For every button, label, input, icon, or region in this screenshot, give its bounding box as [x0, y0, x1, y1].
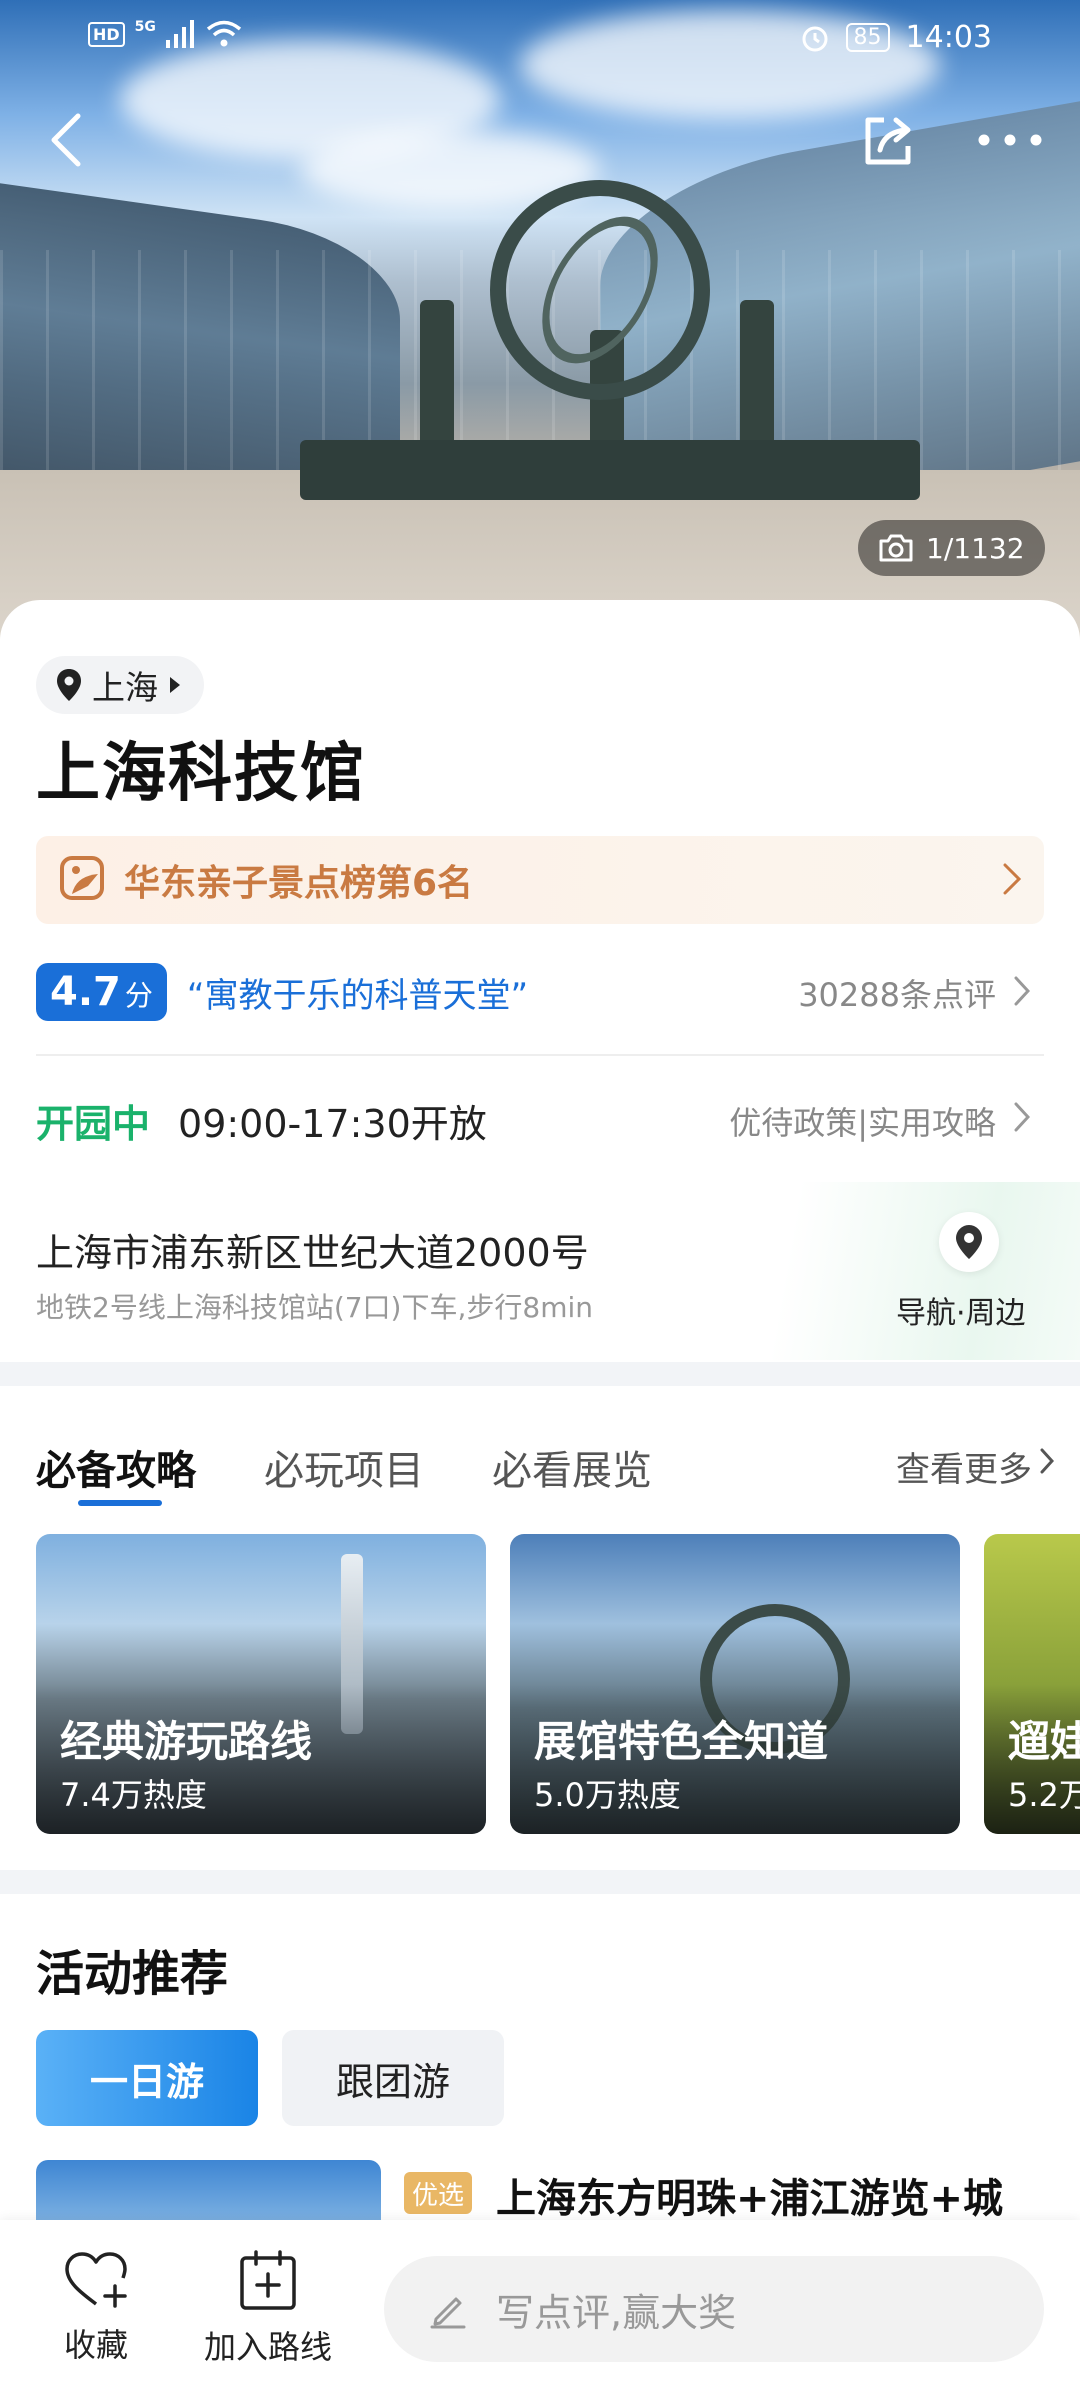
add-route-label: 加入路线	[203, 2328, 332, 2366]
more-dots-icon	[978, 134, 1042, 146]
add-route-button[interactable]: 加入路线	[198, 2250, 338, 2368]
navigation-label[interactable]: 导航·周边	[896, 1288, 1026, 1332]
favorite-label: 收藏	[63, 2326, 128, 2364]
transit-info: 地铁2号线上海科技馆站(7口)下车,步行8min	[36, 1291, 593, 1324]
activity-title[interactable]: 上海东方明珠+浦江游览+城	[496, 2166, 1056, 2224]
ranking-icon	[60, 856, 104, 900]
write-review-input[interactable]: 写点评,赢大奖	[384, 2256, 1044, 2362]
tab-must-see-exhibits[interactable]: 必看展览	[492, 1438, 652, 1496]
share-button[interactable]	[856, 108, 920, 172]
clock: 14:03	[905, 20, 992, 55]
chevron-right-icon	[1040, 1448, 1054, 1474]
chevron-right-icon	[1014, 976, 1030, 1006]
guide-card-title: 经典游玩路线	[60, 1717, 313, 1766]
guide-card-title: 遛娃	[1008, 1717, 1080, 1766]
pencil-icon	[430, 2297, 466, 2329]
open-hours: 09:00-17:30开放	[178, 1101, 487, 1146]
chevron-right-icon	[1014, 1102, 1030, 1132]
address-text: 上海市浦东新区世纪大道2000号	[36, 1231, 589, 1275]
section-separator	[0, 1870, 1080, 1894]
section-separator	[0, 1362, 1080, 1386]
city-selector[interactable]: 上海	[36, 656, 204, 714]
battery-indicator: 85	[845, 23, 890, 52]
see-more-link[interactable]: 查看更多	[896, 1442, 1032, 1491]
score-badge: 4.7 分	[36, 963, 167, 1021]
page-title: 上海科技馆	[36, 737, 366, 811]
filter-day-tour[interactable]: 一日游	[36, 2030, 258, 2126]
bottom-action-bar: 收藏 加入路线 写点评,赢大奖	[0, 2220, 1080, 2400]
ranking-banner[interactable]: 华东亲子景点榜第6名	[36, 836, 1044, 924]
guide-card[interactable]: 遛娃 5.2万	[984, 1534, 1080, 1834]
tab-must-read-guide[interactable]: 必备攻略	[36, 1438, 196, 1496]
guide-card-heat: 7.4万热度	[60, 1776, 207, 1814]
open-status: 开园中	[36, 1101, 151, 1146]
tab-must-play[interactable]: 必玩项目	[264, 1438, 424, 1496]
chevron-right-icon	[1003, 863, 1022, 895]
guide-card-title: 展馆特色全知道	[534, 1717, 829, 1766]
activities-section-title: 活动推荐	[36, 1946, 229, 2002]
guide-card[interactable]: 展馆特色全知道 5.0万热度	[510, 1534, 960, 1834]
filter-group-tour[interactable]: 跟团游	[282, 2030, 504, 2126]
location-pin-icon	[57, 669, 81, 701]
caret-right-icon	[170, 677, 180, 693]
city-name: 上海	[92, 668, 158, 707]
heart-plus-icon	[65, 2252, 127, 2308]
calendar-plus-icon	[240, 2250, 296, 2310]
alarm-icon	[802, 26, 828, 51]
guide-tabs: 必备攻略 必玩项目 必看展览 查看更多	[36, 1430, 1054, 1510]
opening-hours-row[interactable]: 开园中 09:00-17:30开放 优待政策|实用攻略	[36, 1090, 1044, 1150]
address-row[interactable]: 上海市浦东新区世纪大道2000号 地铁2号线上海科技馆站(7口)下车,步行8mi…	[0, 1182, 1080, 1360]
network-type: 5G	[134, 19, 156, 35]
guide-card-heat: 5.0万热度	[534, 1776, 681, 1814]
wifi-icon	[206, 20, 242, 47]
camera-icon	[879, 534, 913, 562]
signal-icon	[165, 20, 194, 48]
guide-card[interactable]: 经典游玩路线 7.4万热度	[36, 1534, 486, 1834]
favorite-button[interactable]: 收藏	[56, 2250, 136, 2366]
share-icon	[865, 117, 911, 165]
guide-card-heat: 5.2万	[1008, 1776, 1080, 1814]
ranking-text: 华东亲子景点榜第6名	[124, 863, 474, 904]
photo-counter[interactable]: 1/1132	[858, 520, 1045, 576]
rating-row[interactable]: 4.7 分 “寓教于乐的科普天堂” 30288条点评	[36, 960, 1044, 1024]
chevron-left-icon	[51, 113, 81, 167]
back-button[interactable]	[36, 108, 100, 172]
premium-tag: 优选	[404, 2172, 473, 2214]
review-placeholder: 写点评,赢大奖	[496, 2290, 737, 2335]
divider	[36, 1054, 1044, 1056]
policy-links[interactable]: 优待政策|实用攻略	[729, 1098, 996, 1144]
more-button[interactable]	[970, 110, 1050, 170]
photo-count-text: 1/1132	[926, 531, 1025, 565]
active-tab-indicator	[78, 1500, 162, 1506]
status-bar: HD 5G 85 14:03	[0, 0, 1080, 80]
score-value: 4.7	[50, 969, 121, 1015]
navigation-button[interactable]	[939, 1212, 999, 1272]
highlight-quote: “寓教于乐的科普天堂”	[186, 975, 529, 1016]
hd-indicator: HD	[88, 21, 125, 47]
review-count[interactable]: 30288条点评	[798, 970, 996, 1016]
score-unit: 分	[124, 979, 153, 1012]
map-pin-icon	[956, 1225, 982, 1259]
